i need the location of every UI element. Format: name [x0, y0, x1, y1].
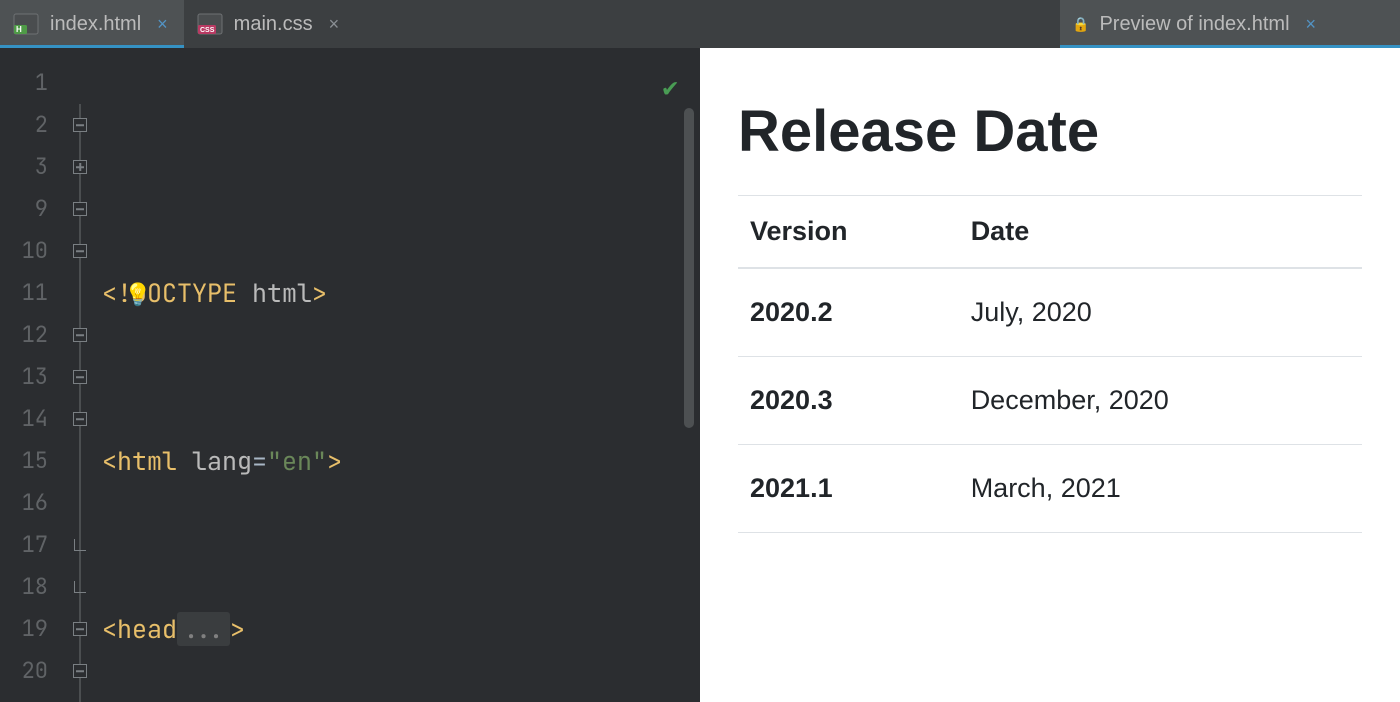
tab-bar-spacer [355, 0, 1060, 48]
line-number: 10 [0, 230, 60, 272]
line-number: 12 [0, 314, 60, 356]
code-token: lang [192, 444, 252, 478]
tab-bar: H index.html × CSS main.css × 🔒 Preview … [0, 0, 1400, 48]
html-preview-pane: Release Date Version Date 2020.2 July, 2… [700, 48, 1400, 702]
line-number: 3 [0, 146, 60, 188]
tab-label: index.html [50, 13, 141, 36]
line-number: 13 [0, 356, 60, 398]
close-icon[interactable]: × [157, 14, 168, 35]
css-file-icon: CSS [196, 12, 224, 36]
line-number: 14 [0, 398, 60, 440]
code-area[interactable]: ✔ 💡 <!DOCTYPE html> <html lang="en"> <he… [100, 48, 700, 702]
tab-index-html[interactable]: H index.html × [0, 0, 184, 48]
fold-toggle[interactable] [60, 104, 100, 146]
code-token: > [312, 276, 327, 310]
fold-end [60, 524, 100, 566]
folded-region[interactable]: ... [177, 612, 230, 646]
line-number: 15 [0, 440, 60, 482]
close-icon[interactable]: × [329, 14, 340, 35]
cell-version: 2020.2 [738, 268, 959, 357]
code-token: html [252, 276, 312, 310]
fold-toggle[interactable] [60, 230, 100, 272]
cell-date: July, 2020 [959, 268, 1362, 357]
code-token: <html [102, 444, 192, 478]
intention-bulb-icon[interactable]: 💡 [124, 274, 151, 316]
line-number: 17 [0, 524, 60, 566]
code-token: "en" [267, 444, 327, 478]
line-number: 20 [0, 650, 60, 692]
lock-icon: 🔒 [1072, 16, 1089, 33]
line-number: 11 [0, 272, 60, 314]
cell-version: 2020.3 [738, 357, 959, 445]
fold-gutter [60, 48, 100, 702]
fold-toggle[interactable] [60, 608, 100, 650]
line-number: 2 [0, 104, 60, 146]
tab-label: Preview of index.html [1099, 13, 1289, 36]
table-row: 2020.2 July, 2020 [738, 268, 1362, 357]
code-editor[interactable]: 1 2 3 9 10 11 12 13 14 15 16 17 18 19 20 [0, 48, 700, 702]
table-header-row: Version Date [738, 196, 1362, 269]
fold-toggle[interactable] [60, 314, 100, 356]
svg-text:CSS: CSS [200, 27, 215, 34]
inspection-ok-icon[interactable]: ✔ [662, 66, 678, 108]
cell-date: December, 2020 [959, 357, 1362, 445]
preview-table: Version Date 2020.2 July, 2020 2020.3 De… [738, 195, 1362, 533]
code-token: > [327, 444, 342, 478]
table-row: 2021.1 March, 2021 [738, 445, 1362, 533]
table-header-version: Version [738, 196, 959, 269]
main-split: 1 2 3 9 10 11 12 13 14 15 16 17 18 19 20 [0, 48, 1400, 702]
close-icon[interactable]: × [1306, 14, 1317, 35]
preview-heading: Release Date [738, 98, 1362, 165]
fold-end [60, 566, 100, 608]
tab-preview[interactable]: 🔒 Preview of index.html × [1060, 0, 1400, 48]
html-file-icon: H [12, 12, 40, 36]
table-row: 2020.3 December, 2020 [738, 357, 1362, 445]
fold-toggle[interactable] [60, 356, 100, 398]
cell-version: 2021.1 [738, 445, 959, 533]
tab-main-css[interactable]: CSS main.css × [184, 0, 355, 48]
line-number: 16 [0, 482, 60, 524]
line-number: 18 [0, 566, 60, 608]
svg-text:H: H [16, 25, 22, 34]
line-number-gutter: 1 2 3 9 10 11 12 13 14 15 16 17 18 19 20 [0, 48, 60, 702]
table-header-date: Date [959, 196, 1362, 269]
line-number: 9 [0, 188, 60, 230]
line-number: 1 [0, 62, 60, 104]
code-token: = [252, 444, 267, 478]
code-token: > [230, 612, 245, 646]
tab-label: main.css [234, 13, 313, 36]
fold-toggle[interactable] [60, 398, 100, 440]
editor-scrollbar[interactable] [684, 108, 694, 428]
fold-toggle[interactable] [60, 146, 100, 188]
code-token: <head [102, 612, 177, 646]
cell-date: March, 2021 [959, 445, 1362, 533]
line-number: 19 [0, 608, 60, 650]
fold-toggle[interactable] [60, 650, 100, 692]
fold-toggle[interactable] [60, 188, 100, 230]
